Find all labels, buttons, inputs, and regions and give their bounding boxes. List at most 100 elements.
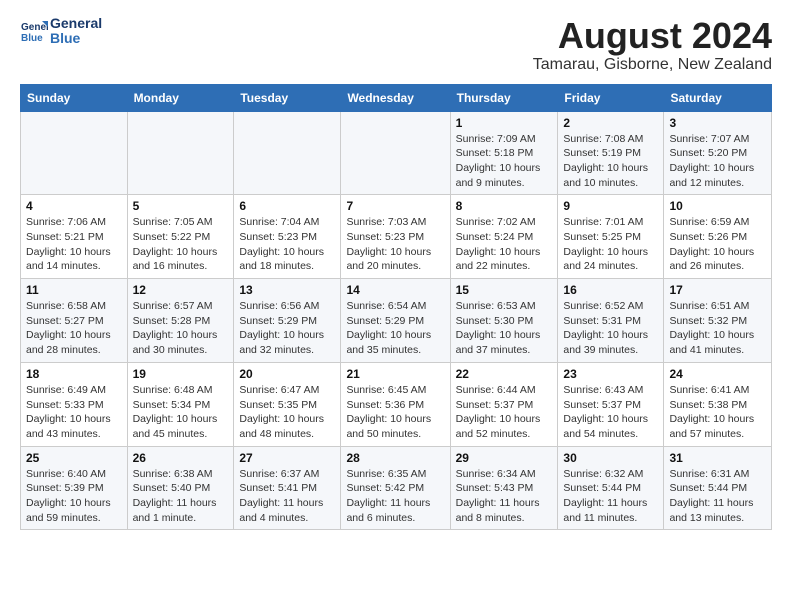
calendar-cell: 4 Sunrise: 7:06 AM Sunset: 5:21 PM Daylig… <box>21 195 128 279</box>
day-number: 23 <box>563 367 658 381</box>
day-number: 18 <box>26 367 122 381</box>
calendar-cell: 31Sunrise: 6:31 AM Sunset: 5:44 PM Dayli… <box>664 446 772 530</box>
logo-text-general: General <box>50 16 102 31</box>
day-info: Sunrise: 7:06 AM Sunset: 5:21 PM Dayligh… <box>26 215 122 274</box>
calendar-cell: 27 Sunrise: 6:37 AM Sunset: 5:41 PM Dayli… <box>234 446 341 530</box>
calendar-cell: 21Sunrise: 6:45 AM Sunset: 5:36 PM Dayli… <box>341 362 450 446</box>
day-number: 8 <box>456 199 553 213</box>
day-number: 11 <box>26 283 122 297</box>
day-info: Sunrise: 7:02 AM Sunset: 5:24 PM Dayligh… <box>456 215 553 274</box>
calendar-table: SundayMondayTuesdayWednesdayThursdayFrid… <box>20 84 772 531</box>
calendar-row-1: 1 Sunrise: 7:09 AM Sunset: 5:18 PM Daylig… <box>21 111 772 195</box>
calendar-row-4: 18Sunrise: 6:49 AM Sunset: 5:33 PM Dayli… <box>21 362 772 446</box>
day-info: Sunrise: 6:54 AM Sunset: 5:29 PM Dayligh… <box>346 299 444 358</box>
day-number: 27 <box>239 451 335 465</box>
calendar-cell: 28 Sunrise: 6:35 AM Sunset: 5:42 PM Dayli… <box>341 446 450 530</box>
calendar-cell: 6 Sunrise: 7:04 AM Sunset: 5:23 PM Daylig… <box>234 195 341 279</box>
day-info: Sunrise: 6:57 AM Sunset: 5:28 PM Dayligh… <box>133 299 229 358</box>
day-info: Sunrise: 6:37 AM Sunset: 5:41 PM Dayligh… <box>239 467 335 526</box>
day-number: 31 <box>669 451 766 465</box>
calendar-cell: 30 Sunrise: 6:32 AM Sunset: 5:44 PM Dayli… <box>558 446 664 530</box>
col-header-monday: Monday <box>127 84 234 111</box>
day-number: 16 <box>563 283 658 297</box>
day-info: Sunrise: 7:09 AM Sunset: 5:18 PM Dayligh… <box>456 132 553 191</box>
day-number: 12 <box>133 283 229 297</box>
day-number: 9 <box>563 199 658 213</box>
day-info: Sunrise: 6:32 AM Sunset: 5:44 PM Dayligh… <box>563 467 658 526</box>
col-header-saturday: Saturday <box>664 84 772 111</box>
col-header-thursday: Thursday <box>450 84 558 111</box>
day-number: 1 <box>456 116 553 130</box>
calendar-cell: 20 Sunrise: 6:47 AM Sunset: 5:35 PM Dayli… <box>234 362 341 446</box>
calendar-cell: 12 Sunrise: 6:57 AM Sunset: 5:28 PM Dayli… <box>127 279 234 363</box>
calendar-cell <box>234 111 341 195</box>
day-info: Sunrise: 7:04 AM Sunset: 5:23 PM Dayligh… <box>239 215 335 274</box>
day-number: 7 <box>346 199 444 213</box>
calendar-cell: 10Sunrise: 6:59 AM Sunset: 5:26 PM Dayli… <box>664 195 772 279</box>
calendar-cell: 26 Sunrise: 6:38 AM Sunset: 5:40 PM Dayli… <box>127 446 234 530</box>
location-title: Tamarau, Gisborne, New Zealand <box>533 56 772 74</box>
day-info: Sunrise: 6:56 AM Sunset: 5:29 PM Dayligh… <box>239 299 335 358</box>
day-number: 25 <box>26 451 122 465</box>
col-header-tuesday: Tuesday <box>234 84 341 111</box>
calendar-cell: 15Sunrise: 6:53 AM Sunset: 5:30 PM Dayli… <box>450 279 558 363</box>
day-number: 26 <box>133 451 229 465</box>
day-info: Sunrise: 7:03 AM Sunset: 5:23 PM Dayligh… <box>346 215 444 274</box>
day-info: Sunrise: 7:07 AM Sunset: 5:20 PM Dayligh… <box>669 132 766 191</box>
calendar-cell: 8 Sunrise: 7:02 AM Sunset: 5:24 PM Daylig… <box>450 195 558 279</box>
calendar-cell: 23 Sunrise: 6:43 AM Sunset: 5:37 PM Dayli… <box>558 362 664 446</box>
calendar-cell: 29 Sunrise: 6:34 AM Sunset: 5:43 PM Dayli… <box>450 446 558 530</box>
day-info: Sunrise: 6:41 AM Sunset: 5:38 PM Dayligh… <box>669 383 766 442</box>
calendar-cell <box>127 111 234 195</box>
day-info: Sunrise: 6:58 AM Sunset: 5:27 PM Dayligh… <box>26 299 122 358</box>
day-info: Sunrise: 6:38 AM Sunset: 5:40 PM Dayligh… <box>133 467 229 526</box>
day-number: 24 <box>669 367 766 381</box>
calendar-cell: 11 Sunrise: 6:58 AM Sunset: 5:27 PM Dayli… <box>21 279 128 363</box>
day-number: 29 <box>456 451 553 465</box>
day-info: Sunrise: 6:45 AM Sunset: 5:36 PM Dayligh… <box>346 383 444 442</box>
day-number: 15 <box>456 283 553 297</box>
calendar-cell: 13Sunrise: 6:56 AM Sunset: 5:29 PM Dayli… <box>234 279 341 363</box>
day-number: 5 <box>133 199 229 213</box>
logo: General Blue General Blue <box>20 16 102 47</box>
day-info: Sunrise: 6:51 AM Sunset: 5:32 PM Dayligh… <box>669 299 766 358</box>
calendar-cell: 24 Sunrise: 6:41 AM Sunset: 5:38 PM Dayli… <box>664 362 772 446</box>
calendar-cell <box>341 111 450 195</box>
day-info: Sunrise: 6:48 AM Sunset: 5:34 PM Dayligh… <box>133 383 229 442</box>
calendar-cell: 19 Sunrise: 6:48 AM Sunset: 5:34 PM Dayli… <box>127 362 234 446</box>
col-header-friday: Friday <box>558 84 664 111</box>
day-info: Sunrise: 7:08 AM Sunset: 5:19 PM Dayligh… <box>563 132 658 191</box>
calendar-cell: 22Sunrise: 6:44 AM Sunset: 5:37 PM Dayli… <box>450 362 558 446</box>
day-number: 17 <box>669 283 766 297</box>
month-title: August 2024 <box>533 16 772 56</box>
day-info: Sunrise: 6:34 AM Sunset: 5:43 PM Dayligh… <box>456 467 553 526</box>
calendar-cell <box>21 111 128 195</box>
day-number: 28 <box>346 451 444 465</box>
calendar-cell: 1 Sunrise: 7:09 AM Sunset: 5:18 PM Daylig… <box>450 111 558 195</box>
day-number: 14 <box>346 283 444 297</box>
day-info: Sunrise: 7:01 AM Sunset: 5:25 PM Dayligh… <box>563 215 658 274</box>
title-area: August 2024 Tamarau, Gisborne, New Zeala… <box>533 16 772 74</box>
day-number: 19 <box>133 367 229 381</box>
day-info: Sunrise: 6:47 AM Sunset: 5:35 PM Dayligh… <box>239 383 335 442</box>
calendar-cell: 7 Sunrise: 7:03 AM Sunset: 5:23 PM Daylig… <box>341 195 450 279</box>
day-number: 20 <box>239 367 335 381</box>
day-info: Sunrise: 6:52 AM Sunset: 5:31 PM Dayligh… <box>563 299 658 358</box>
day-info: Sunrise: 6:35 AM Sunset: 5:42 PM Dayligh… <box>346 467 444 526</box>
calendar-row-5: 25Sunrise: 6:40 AM Sunset: 5:39 PM Dayli… <box>21 446 772 530</box>
calendar-cell: 5Sunrise: 7:05 AM Sunset: 5:22 PM Daylig… <box>127 195 234 279</box>
day-number: 4 <box>26 199 122 213</box>
col-header-wednesday: Wednesday <box>341 84 450 111</box>
calendar-cell: 16 Sunrise: 6:52 AM Sunset: 5:31 PM Dayli… <box>558 279 664 363</box>
day-number: 2 <box>563 116 658 130</box>
header-row: SundayMondayTuesdayWednesdayThursdayFrid… <box>21 84 772 111</box>
day-number: 30 <box>563 451 658 465</box>
calendar-cell: 3Sunrise: 7:07 AM Sunset: 5:20 PM Daylig… <box>664 111 772 195</box>
calendar-row-2: 4 Sunrise: 7:06 AM Sunset: 5:21 PM Daylig… <box>21 195 772 279</box>
calendar-cell: 9 Sunrise: 7:01 AM Sunset: 5:25 PM Daylig… <box>558 195 664 279</box>
day-info: Sunrise: 6:59 AM Sunset: 5:26 PM Dayligh… <box>669 215 766 274</box>
day-info: Sunrise: 6:43 AM Sunset: 5:37 PM Dayligh… <box>563 383 658 442</box>
svg-text:General: General <box>21 22 48 33</box>
page-header: General Blue General Blue August 2024 Ta… <box>20 16 772 74</box>
day-number: 6 <box>239 199 335 213</box>
